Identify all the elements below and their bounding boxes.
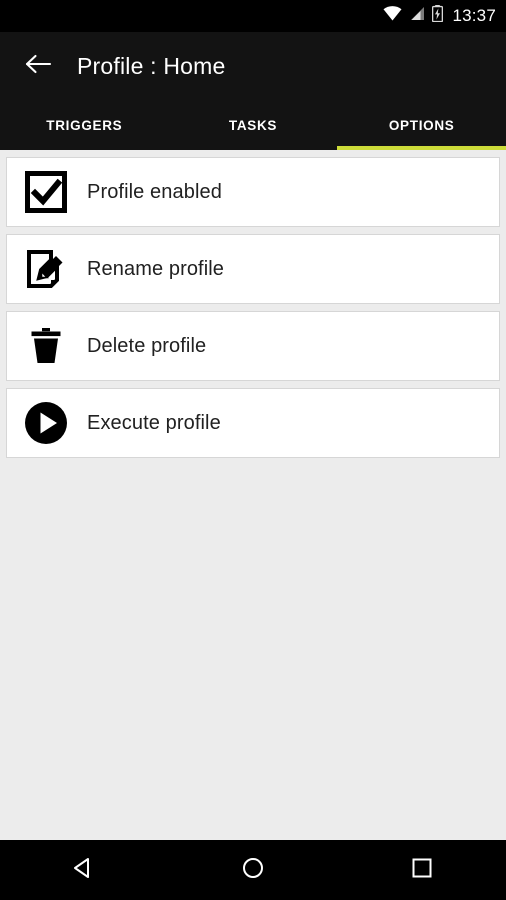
play-circle-icon <box>19 396 73 450</box>
tab-options[interactable]: OPTIONS <box>337 100 506 150</box>
nav-recents-button[interactable] <box>385 840 459 900</box>
list-item-profile-enabled[interactable]: Profile enabled <box>6 157 500 227</box>
back-arrow-icon <box>25 53 52 80</box>
tab-tasks[interactable]: TASKS <box>169 100 338 150</box>
edit-document-icon <box>19 242 73 296</box>
nav-back-button[interactable] <box>47 840 121 900</box>
tab-triggers[interactable]: TRIGGERS <box>0 100 169 150</box>
square-recents-icon <box>410 856 434 885</box>
trash-icon <box>19 319 73 373</box>
android-screen: 13:37 Profile : Home TRIGGERS TASKS OPTI… <box>0 0 506 900</box>
tab-tasks-label: TASKS <box>228 117 278 133</box>
status-bar: 13:37 <box>0 0 506 32</box>
list-item-label: Profile enabled <box>87 180 222 203</box>
nav-home-button[interactable] <box>216 840 290 900</box>
wifi-icon <box>383 6 402 26</box>
tab-bar: TRIGGERS TASKS OPTIONS <box>0 100 506 150</box>
list-item-rename-profile[interactable]: Rename profile <box>6 234 500 304</box>
tab-triggers-label: TRIGGERS <box>46 117 123 133</box>
list-item-label: Execute profile <box>87 411 221 434</box>
status-clock: 13:37 <box>452 6 496 25</box>
circle-home-icon <box>241 856 265 885</box>
navigation-bar <box>0 840 506 900</box>
list-item-label: Delete profile <box>87 334 207 357</box>
back-button[interactable] <box>12 40 64 92</box>
list-item-label: Rename profile <box>87 257 225 280</box>
tab-options-label: OPTIONS <box>388 117 455 133</box>
app-bar: Profile : Home <box>0 32 506 100</box>
status-icons <box>383 5 444 27</box>
cellular-signal-icon <box>409 6 425 26</box>
list-item-execute-profile[interactable]: Execute profile <box>6 388 500 458</box>
options-list: Profile enabled Rename profile Delete pr… <box>0 150 506 840</box>
page-title: Profile : Home <box>77 52 226 79</box>
list-item-delete-profile[interactable]: Delete profile <box>6 311 500 381</box>
checkbox-checked-icon[interactable] <box>19 165 73 219</box>
triangle-back-icon <box>72 856 96 885</box>
battery-charging-icon <box>432 5 444 27</box>
